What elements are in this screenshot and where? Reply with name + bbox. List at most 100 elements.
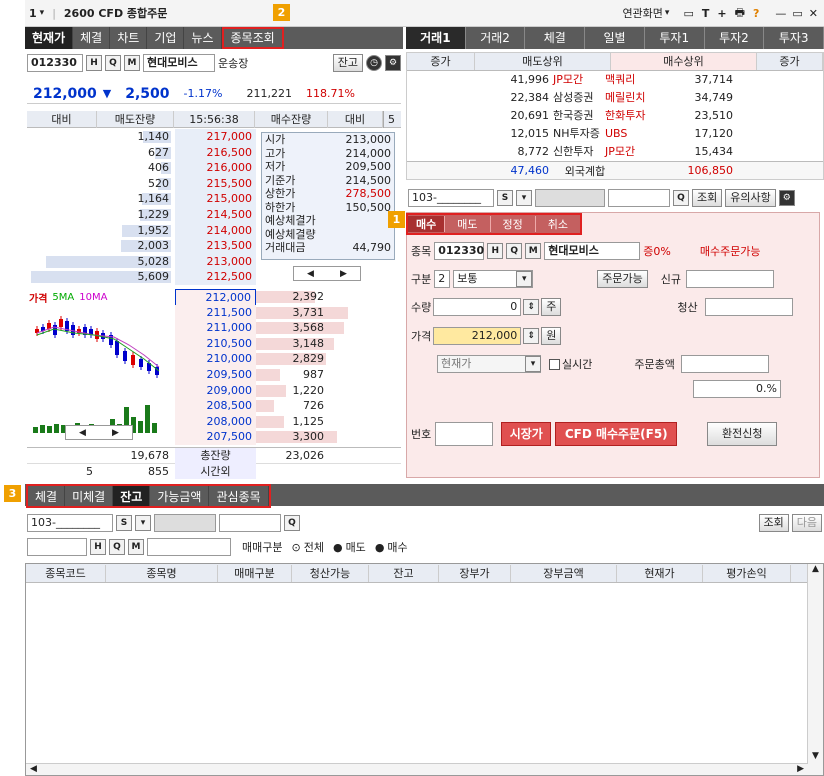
ask-price[interactable]: 216,500 <box>175 144 256 161</box>
chevron-down-icon[interactable]: ▾ <box>665 8 670 18</box>
s-button[interactable]: S <box>116 515 132 531</box>
cfd-buy-order-button[interactable]: CFD 매수주문(F5) <box>555 422 678 446</box>
order-possible-button[interactable]: 주문가능 <box>597 270 648 288</box>
tab-chart[interactable]: 차트 <box>110 27 148 49</box>
chevron-down-icon[interactable]: ▾ <box>135 515 151 531</box>
ask-price[interactable]: 217,000 <box>175 129 256 145</box>
ask-price[interactable]: 213,500 <box>175 238 256 254</box>
help-icon[interactable]: ? <box>753 7 759 20</box>
tab-modify[interactable]: 정정 <box>489 216 535 232</box>
maximize-icon[interactable]: ▭ <box>792 7 802 20</box>
balance-col-header[interactable]: 장부가 <box>439 564 511 582</box>
h-button[interactable]: H <box>487 243 504 259</box>
minimize-icon[interactable]: — <box>775 7 786 20</box>
bottom-account-input[interactable]: 103-________ <box>27 514 113 532</box>
ask-price[interactable]: 215,500 <box>175 175 256 192</box>
search-icon[interactable]: Q <box>105 55 121 71</box>
qty-stepper[interactable]: ⇕ <box>523 299 540 315</box>
notice-button[interactable]: 유의사항 <box>725 189 776 207</box>
tab-stock-search[interactable]: 종목조회 <box>221 27 284 49</box>
exchange-request-button[interactable]: 환전신청 <box>707 422 778 446</box>
m-button[interactable]: M <box>525 243 542 259</box>
tab-investor3[interactable]: 투자3 <box>764 27 824 49</box>
balance-col-header[interactable]: 장부금액 <box>511 564 617 582</box>
search-icon[interactable]: Q <box>673 190 689 206</box>
order-stock-name[interactable]: 현대모비스 <box>544 242 641 260</box>
scroll-up-icon[interactable]: ▲ <box>808 564 823 574</box>
print-icon[interactable]: 🖶 <box>735 4 745 23</box>
price-input[interactable]: 212,000 <box>433 327 522 345</box>
balance-col-header[interactable]: 매매구분 <box>218 564 292 582</box>
chevron-down-icon[interactable]: ▾ <box>40 8 45 18</box>
scroll-left-icon[interactable]: ◀ <box>30 764 37 775</box>
inquire-button[interactable]: 조회 <box>692 189 723 207</box>
scroll-right-icon[interactable]: ▶ <box>797 764 804 775</box>
gear-icon[interactable]: ⚙ <box>778 190 795 206</box>
market-price-button[interactable]: 시장가 <box>501 422 552 446</box>
arrow-right-icon[interactable]: ▶ <box>112 428 119 438</box>
ask-price[interactable]: 214,000 <box>175 222 256 239</box>
h-button[interactable]: H <box>90 539 106 555</box>
window-number[interactable]: 1 <box>29 7 37 20</box>
horizontal-scrollbar[interactable]: ◀ ▶ <box>26 763 808 775</box>
type-number[interactable]: 2 <box>434 270 451 288</box>
ob-level-5[interactable]: 5 <box>383 110 399 128</box>
qty-input[interactable]: 0 <box>433 298 522 316</box>
tab-current-price[interactable]: 현재가 <box>25 27 74 49</box>
bid-price[interactable]: 208,000 <box>175 413 256 430</box>
next-button[interactable]: 다음 <box>791 514 822 532</box>
close-icon[interactable]: ✕ <box>809 7 818 20</box>
password-field[interactable] <box>608 189 670 207</box>
realtime-checkbox[interactable] <box>549 358 560 370</box>
bid-price[interactable]: 210,000 <box>175 351 256 367</box>
stock-code-input[interactable]: 012330 <box>27 54 83 72</box>
tab-investor2[interactable]: 투자2 <box>705 27 765 49</box>
tab-trade1[interactable]: 거래1 <box>406 27 466 49</box>
m-button[interactable]: M <box>128 539 144 555</box>
tab-trade2[interactable]: 거래2 <box>466 27 526 49</box>
balance-col-header[interactable]: 종목명 <box>106 564 218 582</box>
search-icon[interactable]: Q <box>109 539 125 555</box>
tab-news[interactable]: 뉴스 <box>184 27 222 49</box>
bid-price[interactable]: 207,500 <box>175 429 256 445</box>
balance-col-header[interactable]: 현재가 <box>617 564 703 582</box>
radio-buy[interactable]: ● <box>375 541 385 554</box>
plus-icon[interactable]: + <box>717 7 726 20</box>
tab-bottom-available[interactable]: 가능금액 <box>150 486 210 506</box>
ask-price[interactable]: 212,500 <box>175 269 256 285</box>
bottom-code-input[interactable] <box>27 538 87 556</box>
stock-name-field[interactable]: 현대모비스 <box>143 54 215 72</box>
ask-price[interactable]: 214,500 <box>175 206 256 223</box>
bottom-inquire-button[interactable]: 조회 <box>758 514 789 532</box>
arrow-left-icon[interactable]: ◀ <box>307 269 314 279</box>
balance-col-header[interactable]: 평가손익 <box>703 564 791 582</box>
chevron-down-icon[interactable]: ▾ <box>525 356 541 372</box>
vertical-scrollbar[interactable]: ▲ ▼ <box>807 564 823 775</box>
s-button[interactable]: S <box>497 190 513 206</box>
m-button[interactable]: M <box>124 55 140 71</box>
h-button[interactable]: H <box>86 55 102 71</box>
bid-price[interactable]: 208,500 <box>175 398 256 414</box>
tab-executions[interactable]: 체결 <box>525 27 586 49</box>
bid-price[interactable]: 209,000 <box>175 382 256 399</box>
settle-field[interactable] <box>704 298 793 316</box>
new-field[interactable] <box>685 270 774 288</box>
bid-price[interactable]: 209,500 <box>175 366 256 383</box>
price-stepper[interactable]: ⇕ <box>523 328 540 344</box>
order-account-input[interactable]: 103-________ <box>408 189 494 207</box>
tab-sell[interactable]: 매도 <box>444 216 489 232</box>
tab-bottom-balance[interactable]: 잔고 <box>113 486 151 506</box>
tab-bottom-watchlist[interactable]: 관심종목 <box>209 486 269 506</box>
radio-sell[interactable]: ● <box>333 541 343 554</box>
search-icon[interactable]: Q <box>284 515 300 531</box>
ask-price[interactable]: 213,000 <box>175 253 256 270</box>
balance-button[interactable]: 잔고 <box>332 54 363 72</box>
arrow-left-icon[interactable]: ◀ <box>79 428 86 438</box>
tab-cancel[interactable]: 취소 <box>534 216 580 232</box>
related-screens[interactable]: 연관화면 <box>622 5 662 21</box>
tab-company[interactable]: 기업 <box>147 27 185 49</box>
balance-col-header[interactable]: 청산가능 <box>292 564 369 582</box>
scroll-down-icon[interactable]: ▼ <box>808 751 823 761</box>
tab-trades[interactable]: 체결 <box>73 27 111 49</box>
tab-buy[interactable]: 매수 <box>408 216 445 232</box>
